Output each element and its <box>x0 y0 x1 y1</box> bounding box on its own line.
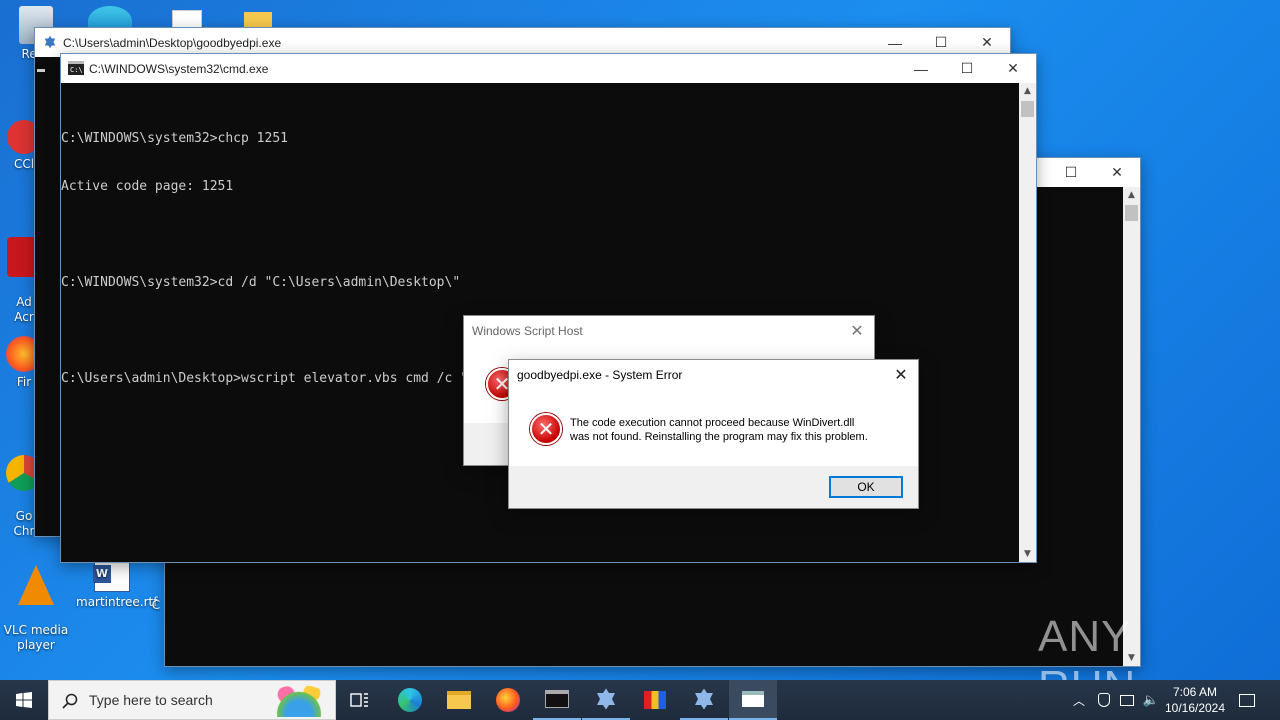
close-button[interactable]: ✕ <box>1094 158 1140 187</box>
taskbar: Type here to search ︿ 🔈 7:06 AM 10/16/20… <box>0 680 1280 720</box>
network-icon <box>1120 694 1134 706</box>
taskbar-cmd[interactable] <box>533 680 581 720</box>
scroll-thumb[interactable] <box>1125 205 1138 221</box>
watermark: ANY RUN <box>1038 612 1238 711</box>
taskbar-edge[interactable] <box>386 680 434 720</box>
goodbyedpi-icon <box>695 688 713 710</box>
close-button[interactable]: ✕ <box>886 362 916 388</box>
tray-overflow-button[interactable]: ︿ <box>1068 680 1090 720</box>
error-message: The code execution cannot proceed becaus… <box>570 416 868 444</box>
window-app-icon <box>742 691 764 707</box>
window-title: C:\Users\admin\Desktop\goodbyedpi.exe <box>63 36 282 50</box>
shield-icon <box>1098 693 1110 707</box>
search-box[interactable]: Type here to search <box>48 680 336 720</box>
notification-center-button[interactable] <box>1232 680 1262 720</box>
ok-button[interactable]: OK <box>829 476 903 498</box>
taskbar-script-host[interactable] <box>729 680 777 720</box>
cmd-icon <box>545 690 569 708</box>
word-document-icon: W <box>93 560 130 592</box>
error-icon: ✕ <box>530 413 562 445</box>
tray-volume[interactable]: 🔈 <box>1140 680 1162 720</box>
goodbyedpi-icon <box>597 688 615 710</box>
dialog-title: goodbyedpi.exe - System Error <box>517 368 683 382</box>
start-button[interactable] <box>0 680 48 720</box>
maximize-button[interactable]: ☐ <box>944 54 990 83</box>
taskbar-file-explorer[interactable] <box>435 680 483 720</box>
desktop-icon-vlc[interactable]: VLC media player <box>0 550 72 653</box>
desktop-icon-label: Fir <box>16 375 32 389</box>
taskbar-firefox[interactable] <box>484 680 532 720</box>
tray-network[interactable] <box>1116 680 1138 720</box>
firefox-icon <box>496 688 520 712</box>
scroll-thumb[interactable] <box>1021 101 1034 117</box>
vertical-scrollbar[interactable]: ▲ ▼ <box>1123 187 1140 666</box>
desktop-icon-label: C <box>151 598 161 612</box>
search-icon <box>62 693 78 709</box>
clock[interactable]: 7:06 AM 10/16/2024 <box>1164 680 1226 720</box>
window-title: C:\WINDOWS\system32\cmd.exe <box>89 62 269 76</box>
vlc-icon <box>18 565 54 605</box>
console-cursor <box>37 69 45 72</box>
desktop-icon-martintree[interactable]: W martintree.rtf <box>76 560 157 610</box>
desktop-icon-partial[interactable]: C <box>146 598 166 613</box>
cmd-app-icon: C:\ <box>68 61 84 75</box>
clock-date: 10/16/2024 <box>1164 701 1226 715</box>
taskbar-goodbyedpi-2[interactable] <box>680 680 728 720</box>
clock-time: 7:06 AM <box>1172 685 1218 699</box>
console-line: C:\WINDOWS\system32>chcp 1251 <box>61 131 288 146</box>
scroll-up-icon[interactable]: ▲ <box>1019 83 1036 99</box>
search-highlights-icon <box>267 685 331 717</box>
search-placeholder: Type here to search <box>89 692 213 708</box>
scroll-up-icon[interactable]: ▲ <box>1123 187 1140 203</box>
minimize-button[interactable]: — <box>898 54 944 83</box>
error-message-line: The code execution cannot proceed becaus… <box>570 417 855 429</box>
close-button[interactable]: ✕ <box>990 54 1036 83</box>
desktop-icon-label: CCl <box>13 157 35 171</box>
volume-icon: 🔈 <box>1142 692 1160 708</box>
edge-icon <box>398 688 422 712</box>
system-error-dialog[interactable]: goodbyedpi.exe - System Error ✕ ✕ The co… <box>508 359 919 509</box>
task-view-icon <box>350 693 368 707</box>
svg-text:C:\: C:\ <box>70 66 83 74</box>
console-line: Active code page: 1251 <box>61 179 234 194</box>
close-button[interactable]: ✕ <box>842 318 872 344</box>
windows-logo-icon <box>16 692 32 708</box>
desktop-icon-label: Ad Acr <box>14 295 34 324</box>
console-line: C:\WINDOWS\system32>cd /d "C:\Users\admi… <box>61 275 461 290</box>
chevron-up-icon: ︿ <box>1072 693 1085 708</box>
goodbyedpi-app-icon <box>44 35 56 49</box>
dialog-title: Windows Script Host <box>472 324 583 338</box>
error-message-line: was not found. Reinstalling the program … <box>570 431 868 443</box>
scroll-down-icon[interactable]: ▼ <box>1019 546 1036 562</box>
taskbar-app-blocks[interactable] <box>631 680 679 720</box>
app-blocks-icon <box>644 691 666 709</box>
desktop-icon-label: Go Chr <box>13 509 35 538</box>
maximize-button[interactable]: ☐ <box>1048 158 1094 187</box>
dialog-footer: OK <box>509 466 918 508</box>
window-titlebar[interactable]: C:\ C:\WINDOWS\system32\cmd.exe — ☐ ✕ <box>61 54 1036 83</box>
task-view-button[interactable] <box>336 680 384 720</box>
taskbar-goodbyedpi[interactable] <box>582 680 630 720</box>
vertical-scrollbar[interactable]: ▲ ▼ <box>1019 83 1036 562</box>
desktop-icon-label: VLC media player <box>3 623 69 652</box>
tray-network-alert[interactable] <box>1093 680 1115 720</box>
folder-icon <box>447 691 471 709</box>
notification-icon <box>1239 693 1255 707</box>
